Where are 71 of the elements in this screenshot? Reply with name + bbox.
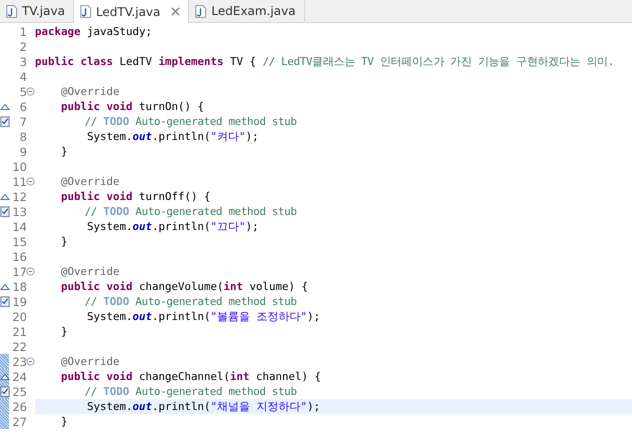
line-number: 17 [12,264,27,278]
task-icon[interactable] [0,116,10,127]
code-line: } [60,235,68,248]
line-number: 7 [20,114,27,128]
override-triangle-icon[interactable] [0,101,10,112]
code-line: public void changeVolume(int volume) { [60,280,308,293]
line-number: 26 [12,400,27,414]
code-line: public void turnOn() { [60,100,204,113]
line-number: 4 [20,70,27,84]
code-line: public void turnOff() { [60,190,211,203]
code-line: public class LedTV implements TV { // LedTV클래스는 TV 인터페이스가 가진 기능을 구현하겠다는 의미. [35,54,614,68]
line-number: 2 [20,40,27,54]
line-number: 24 [12,370,27,384]
code-line: // TODO Auto-generated method stub [84,205,297,218]
code-line: } [60,145,68,158]
line-number: 5 [20,84,27,98]
code-line: @Override [60,175,120,188]
code-line: } [60,325,68,338]
line-number: 19 [12,294,27,308]
line-number: 1 [20,24,27,38]
task-icon[interactable] [0,206,10,217]
editor-tab[interactable]: LedTV.java [74,0,190,23]
code-line: @Override [60,85,120,98]
tab-label: LedTV.java [96,4,160,18]
editor-tab[interactable]: LedExam.java [189,0,305,22]
code-line: public void changeChannel(int channel) { [60,370,322,383]
line-number: 12 [12,190,27,204]
code-line: // TODO Auto-generated method stub [84,385,297,398]
code-line: @Override [60,355,120,368]
override-triangle-icon[interactable] [0,191,10,202]
line-number: 18 [12,280,27,294]
line-number: 14 [12,220,27,234]
tab-label: TV.java [22,4,65,18]
code-line: } [60,415,68,428]
line-number: 20 [12,310,27,324]
task-icon[interactable] [0,296,10,307]
line-number: 21 [12,324,27,338]
line-number: 13 [12,204,27,218]
java-file-icon [6,4,17,18]
line-number: 10 [12,160,27,174]
code-line: // TODO Auto-generated method stub [84,115,297,128]
override-triangle-icon[interactable] [0,281,10,292]
line-number: 25 [12,384,27,398]
line-number: 22 [12,340,27,354]
collapse-icon[interactable] [26,267,35,276]
java-file-icon [195,4,206,18]
line-number: 8 [20,130,27,144]
tab-label: LedExam.java [211,4,296,18]
code-line: System.out.println("켜다"); [86,130,259,144]
code-line: package javaStudy; [35,25,152,38]
collapse-icon[interactable] [26,177,35,186]
line-number: 27 [12,414,27,428]
code-line: // TODO Auto-generated method stub [84,295,297,308]
code-line: System.out.println("끄다"); [86,220,259,234]
line-number: 23 [12,354,27,368]
collapse-icon[interactable] [26,357,35,366]
line-number: 15 [12,234,27,248]
line-number: 6 [20,100,27,114]
override-triangle-icon[interactable] [0,371,10,382]
close-icon[interactable] [171,7,180,16]
line-number: 16 [12,250,27,264]
code-line: @Override [60,265,120,278]
line-number: 9 [20,144,27,158]
line-number: 3 [20,54,27,68]
code-line: System.out.println("채널을 지정하다"); [86,400,320,414]
code-line: System.out.println("볼륨을 조정하다"); [86,310,320,324]
java-file-icon [80,5,91,18]
task-icon[interactable] [0,386,10,397]
collapse-icon[interactable] [26,87,35,96]
editor-tab[interactable]: TV.java [0,0,74,22]
line-number: 11 [12,174,27,188]
